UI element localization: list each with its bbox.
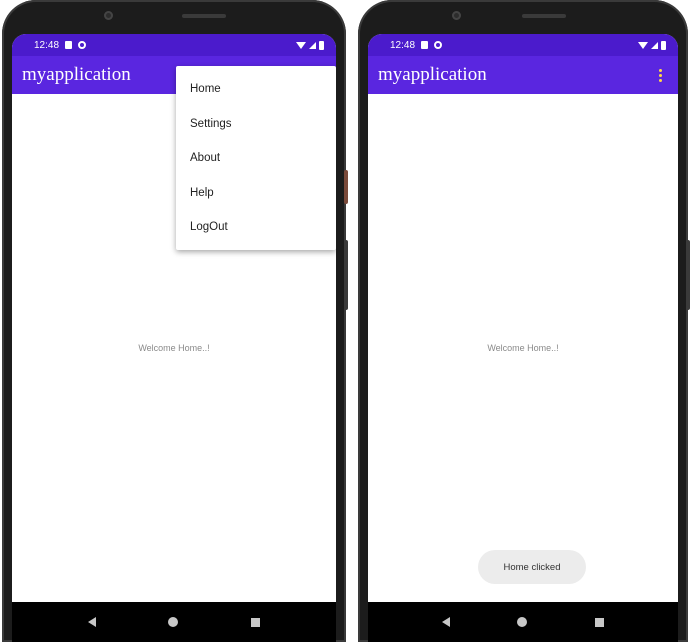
menu-item-logout[interactable]: LogOut bbox=[176, 210, 336, 245]
status-bar: 12:48 bbox=[12, 34, 336, 56]
battery-icon bbox=[661, 40, 666, 50]
screen-left: 12:48 myapplication Welcome Home..! Home… bbox=[12, 34, 336, 642]
status-time: 12:48 bbox=[34, 39, 60, 51]
content-area: Welcome Home..! bbox=[368, 94, 678, 602]
power-button bbox=[344, 170, 348, 204]
speaker-grille bbox=[182, 14, 226, 18]
phone-left: 12:48 myapplication Welcome Home..! Home… bbox=[2, 0, 348, 642]
signal-icon bbox=[309, 41, 316, 49]
status-time: 12:48 bbox=[390, 39, 416, 51]
welcome-text: Welcome Home..! bbox=[138, 343, 210, 353]
phone-right: 12:48 myapplication Welcome Home..! Home… bbox=[358, 0, 690, 642]
status-bar: 12:48 bbox=[368, 34, 678, 56]
volume-button bbox=[344, 240, 348, 310]
menu-item-home[interactable]: Home bbox=[176, 72, 336, 107]
volume-button bbox=[686, 240, 690, 310]
menu-item-help[interactable]: Help bbox=[176, 176, 336, 211]
wifi-icon bbox=[296, 41, 306, 49]
sim-icon bbox=[65, 41, 73, 49]
nav-home-icon[interactable] bbox=[517, 617, 528, 627]
nav-home-icon[interactable] bbox=[168, 617, 179, 627]
sim-icon bbox=[421, 41, 429, 49]
circle-icon bbox=[78, 41, 87, 49]
menu-item-about[interactable]: About bbox=[176, 141, 336, 176]
navigation-bar bbox=[368, 602, 678, 642]
overflow-menu: Home Settings About Help LogOut bbox=[176, 66, 336, 250]
nav-back-icon[interactable] bbox=[441, 617, 450, 627]
speaker-grille bbox=[522, 14, 566, 18]
front-camera bbox=[104, 11, 113, 20]
navigation-bar bbox=[12, 602, 336, 642]
circle-icon bbox=[434, 41, 443, 49]
signal-icon bbox=[651, 41, 658, 49]
welcome-text: Welcome Home..! bbox=[487, 343, 559, 353]
nav-recents-icon[interactable] bbox=[595, 617, 605, 627]
battery-icon bbox=[319, 40, 324, 50]
app-title: myapplication bbox=[378, 64, 487, 85]
menu-item-settings[interactable]: Settings bbox=[176, 107, 336, 142]
overflow-menu-icon[interactable] bbox=[657, 65, 664, 86]
nav-recents-icon[interactable] bbox=[250, 617, 260, 627]
nav-back-icon[interactable] bbox=[88, 617, 97, 627]
app-title: myapplication bbox=[22, 64, 131, 85]
toast-message: Home clicked bbox=[478, 550, 586, 584]
wifi-icon bbox=[638, 41, 648, 49]
front-camera bbox=[452, 11, 461, 20]
screen-right: 12:48 myapplication Welcome Home..! Home… bbox=[368, 34, 678, 642]
app-bar: myapplication bbox=[368, 56, 678, 94]
